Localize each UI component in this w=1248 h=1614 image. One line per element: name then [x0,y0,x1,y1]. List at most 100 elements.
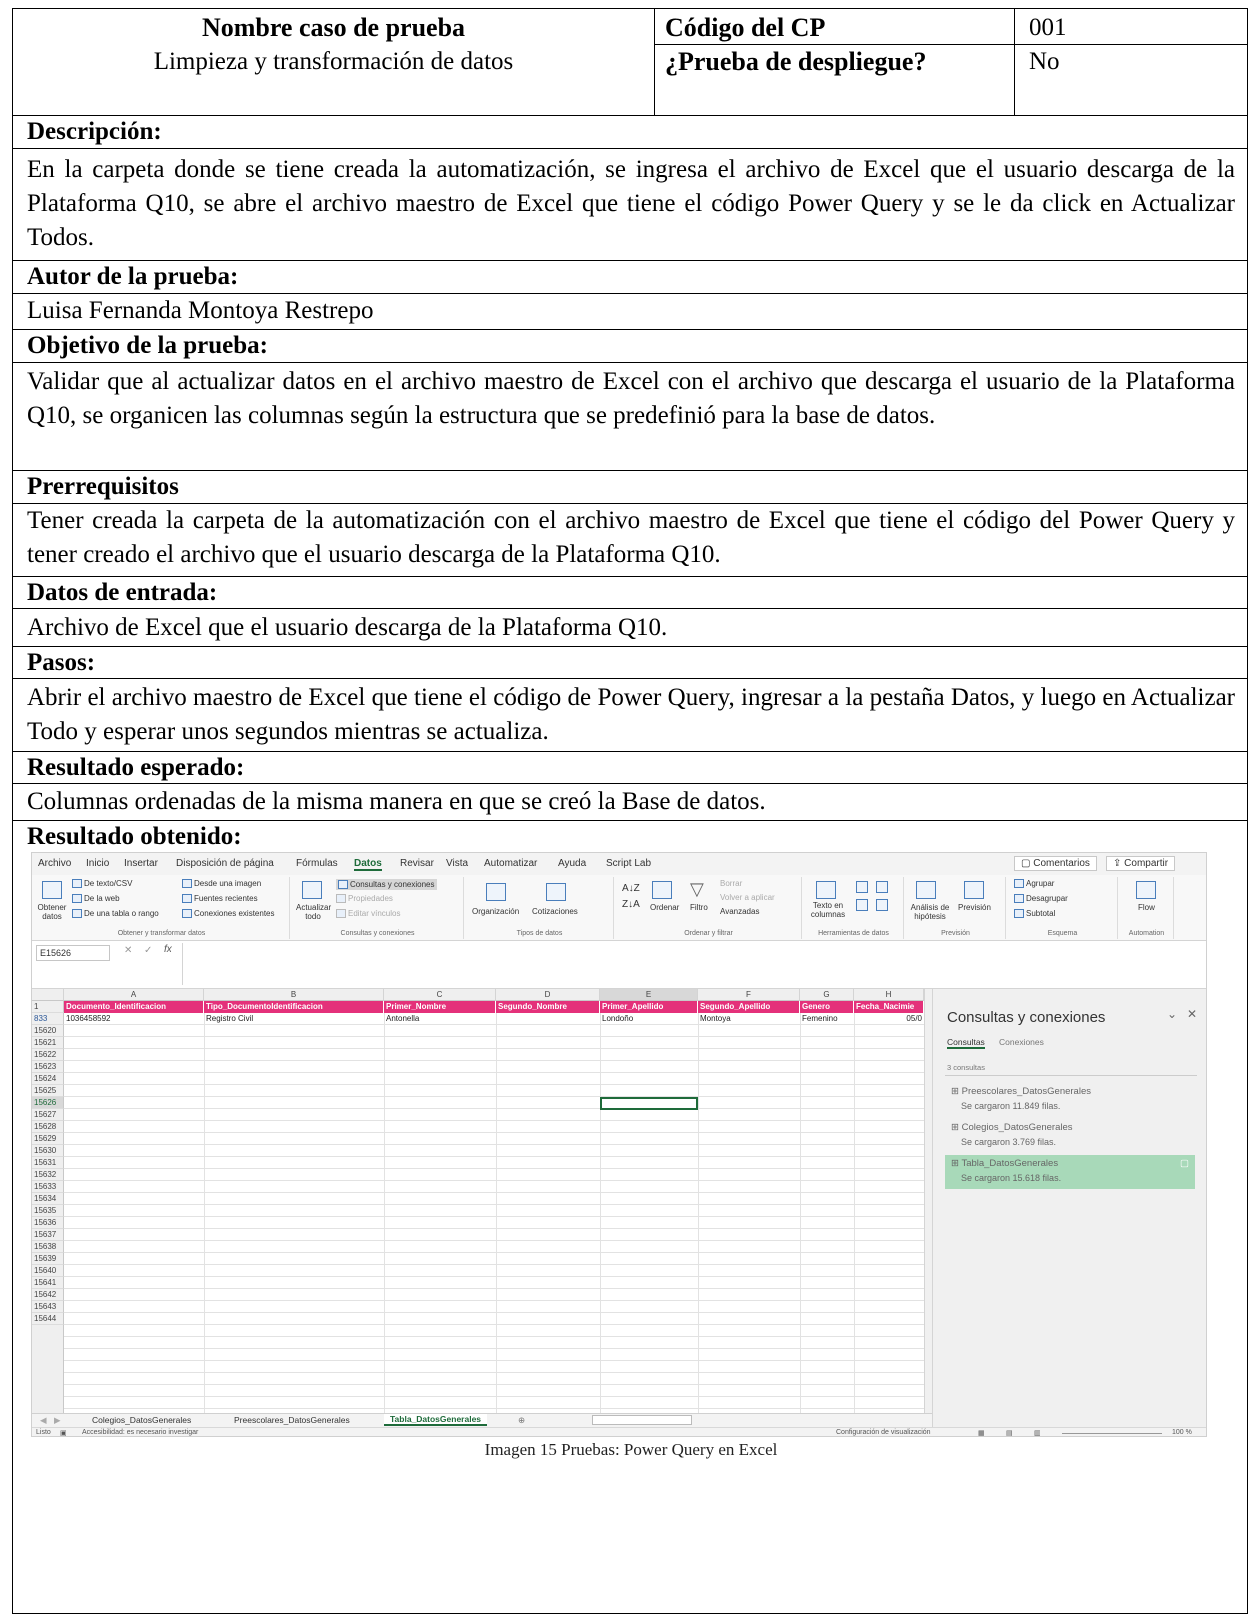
header-cell-f[interactable]: Segundo_Apellido [698,1001,800,1013]
menu-insertar[interactable]: Insertar [124,858,158,869]
row-header[interactable]: 15624 [32,1073,64,1085]
row-header[interactable]: 15629 [32,1133,64,1145]
row-header[interactable]: 15637 [32,1229,64,1241]
flash-fill-icon[interactable] [856,881,868,893]
refresh-query-icon[interactable]: ▢ [1180,1158,1189,1169]
confirm-icon[interactable]: ✓ [144,945,152,956]
column-header-f[interactable]: F [698,989,800,1001]
sheet-tab-preescolares[interactable]: Preescolares_DatosGenerales [234,1415,350,1425]
menu-ayuda[interactable]: Ayuda [558,858,586,869]
header-cell-g[interactable]: Genero [800,1001,854,1013]
row-header-selected[interactable]: 15626 [32,1097,64,1109]
zoom-slider[interactable] [1062,1433,1162,1434]
chevron-down-icon[interactable]: ⌄ [1167,1007,1177,1021]
agrupar-button[interactable]: Agrupar [1014,879,1054,889]
vertical-scrollbar[interactable] [924,989,932,1413]
menu-datos[interactable]: Datos [354,858,382,871]
prevision-button[interactable]: Previsión [958,903,991,912]
data-cell-f[interactable]: Montoya [698,1013,800,1025]
row-header[interactable]: 15631 [32,1157,64,1169]
page-break-icon[interactable]: ▥ [1034,1429,1041,1436]
row-header[interactable]: 15644 [32,1313,64,1325]
header-cell-h[interactable]: Fecha_Nacimie [854,1001,924,1013]
data-cell-e[interactable]: Londoño [600,1013,698,1025]
organizacion-button[interactable]: Organización [472,907,519,916]
row-header[interactable]: 15623 [32,1061,64,1073]
column-header-d[interactable]: D [496,989,600,1001]
compartir-button[interactable]: ⇪ Compartir [1106,856,1176,871]
propiedades-button[interactable]: Propiedades [336,894,393,904]
actualizar-todo-button[interactable]: Actualizar todo [296,903,331,921]
row-header[interactable]: 15643 [32,1301,64,1313]
obtener-datos-button[interactable]: Obtener datos [36,903,68,921]
data-cell-d[interactable] [496,1013,600,1025]
desagrupar-button[interactable]: Desagrupar [1014,894,1068,904]
column-header-c[interactable]: C [384,989,496,1001]
row-header[interactable]: 15622 [32,1049,64,1061]
next-sheet-icon[interactable]: ▶ [54,1415,61,1426]
filtro-button[interactable]: Filtro [690,903,708,912]
row-header-833[interactable]: 833 [32,1013,64,1025]
menu-formulas[interactable]: Fórmulas [296,858,338,869]
query-item-selected[interactable]: ⊞ Tabla_DatosGenerales ▢ Se cargaron 15.6… [945,1155,1195,1189]
de-la-web-button[interactable]: De la web [72,894,120,904]
remove-duplicates-icon[interactable] [876,881,888,893]
data-cell-h[interactable]: 05/0 [854,1013,924,1025]
row-header[interactable]: 15634 [32,1193,64,1205]
active-cell-e15626[interactable] [600,1097,698,1110]
menu-archivo[interactable]: Archivo [38,858,71,869]
row-header[interactable]: 15638 [32,1241,64,1253]
horizontal-scrollbar[interactable] [592,1415,692,1425]
row-header[interactable]: 15630 [32,1145,64,1157]
row-header[interactable]: 15640 [32,1265,64,1277]
select-all-corner[interactable] [32,989,64,1001]
query-item[interactable]: ⊞ Colegios_DatosGenerales Se cargaron 3.… [945,1119,1195,1153]
column-header-a[interactable]: A [64,989,204,1001]
function-icon[interactable]: fx [164,944,172,955]
row-header-1[interactable]: 1 [32,1001,64,1013]
sort-az-icon[interactable]: A↓Z [622,883,640,894]
comentarios-button[interactable]: ▢ Comentarios [1014,856,1097,871]
header-cell-e[interactable]: Primer_Apellido [600,1001,698,1013]
zoom-level[interactable]: 100 % [1172,1429,1192,1436]
sheet-tab-colegios[interactable]: Colegios_DatosGenerales [92,1415,191,1425]
menu-disposicion[interactable]: Disposición de página [176,858,274,869]
row-header[interactable]: 15632 [32,1169,64,1181]
header-cell-c[interactable]: Primer_Nombre [384,1001,496,1013]
editar-vinculos-button[interactable]: Editar vínculos [336,909,400,919]
desde-imagen-button[interactable]: Desde una imagen [182,879,261,889]
cancel-icon[interactable]: ✕ [124,945,132,956]
tab-consultas[interactable]: Consultas [947,1037,985,1049]
formula-input[interactable] [182,943,1202,985]
display-settings[interactable]: Configuración de visualización [836,1429,931,1436]
consolidate-icon[interactable] [876,899,888,911]
menu-revisar[interactable]: Revisar [400,858,434,869]
column-header-g[interactable]: G [800,989,854,1001]
volver-aplicar-button[interactable]: Volver a aplicar [720,893,775,902]
page-layout-icon[interactable]: ▤ [1006,1429,1013,1436]
flow-button[interactable]: Flow [1138,903,1155,912]
normal-view-icon[interactable]: ▦ [978,1429,985,1436]
column-header-e[interactable]: E [600,989,698,1001]
row-header[interactable]: 15620 [32,1025,64,1037]
tab-conexiones[interactable]: Conexiones [999,1037,1044,1047]
fuentes-recientes-button[interactable]: Fuentes recientes [182,894,258,904]
row-header[interactable]: 15628 [32,1121,64,1133]
de-texto-csv-button[interactable]: De texto/CSV [72,879,132,889]
close-icon[interactable]: ✕ [1187,1007,1197,1021]
query-item[interactable]: ⊞ Preescolares_DatosGenerales Se cargaro… [945,1083,1195,1117]
row-header[interactable]: 15633 [32,1181,64,1193]
conexiones-existentes-button[interactable]: Conexiones existentes [182,909,275,919]
sheet-tab-tabla[interactable]: Tabla_DatosGenerales [384,1414,488,1426]
texto-columnas-button[interactable]: Texto en columnas [808,901,848,919]
name-box[interactable]: E15626 [36,945,110,961]
macro-record-icon[interactable]: ▣ [60,1429,67,1436]
add-sheet-icon[interactable]: ⊕ [518,1415,525,1426]
menu-vista[interactable]: Vista [446,858,468,869]
sort-za-icon[interactable]: Z↓A [622,899,640,910]
prev-sheet-icon[interactable]: ◀ [40,1415,47,1426]
data-cell-b[interactable]: Registro Civil [204,1013,384,1025]
row-header[interactable]: 15621 [32,1037,64,1049]
row-header[interactable]: 15636 [32,1217,64,1229]
subtotal-button[interactable]: Subtotal [1014,909,1055,919]
